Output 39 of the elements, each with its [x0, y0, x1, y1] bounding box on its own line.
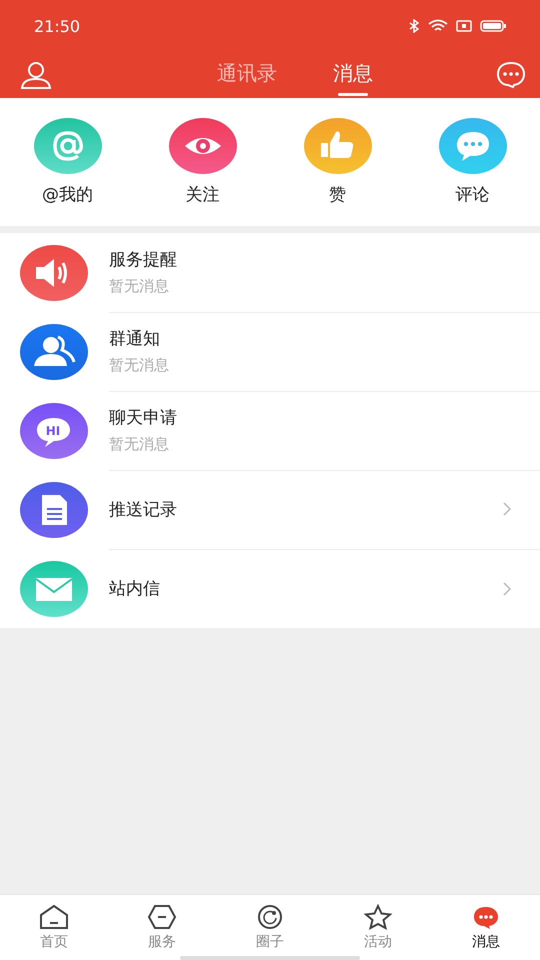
- bottom-nav-tab[interactable]: 首页: [40, 933, 68, 951]
- chevron-right-icon: [502, 501, 512, 517]
- home-icon: [38, 904, 70, 930]
- list-item-title[interactable]: 服务提醒: [109, 248, 177, 271]
- quick-action-label[interactable]: 评论: [456, 183, 490, 206]
- speaker-icon: [20, 244, 88, 300]
- bluetooth-icon: [408, 19, 420, 33]
- document-icon: [20, 482, 88, 538]
- hexagon-icon: [146, 904, 178, 930]
- quick-action-label[interactable]: 赞: [329, 183, 346, 206]
- wifi-icon: [428, 19, 448, 33]
- bottom-nav-tab[interactable]: 活动: [364, 933, 392, 951]
- thumbs-up-icon: [304, 118, 372, 174]
- eye-icon: [168, 118, 236, 174]
- chat-icon[interactable]: [496, 61, 526, 89]
- header-tab[interactable]: 消息: [333, 54, 373, 96]
- list-item-title[interactable]: 推送记录: [109, 498, 177, 520]
- quick-action-label[interactable]: 关注: [186, 183, 220, 206]
- list-item-title[interactable]: 站内信: [109, 577, 160, 600]
- list-item-subtitle: 暂无消息: [109, 356, 169, 375]
- battery-icon: [480, 20, 506, 32]
- chevron-right-icon: [502, 580, 512, 596]
- list-item-subtitle: 暂无消息: [109, 435, 170, 454]
- envelope-icon: [20, 560, 88, 616]
- list-item-title[interactable]: 聊天申请: [109, 406, 177, 429]
- people-icon: [20, 324, 88, 380]
- list-item-title[interactable]: 群通知: [109, 327, 169, 350]
- sim-icon: [456, 20, 472, 32]
- bottom-nav-tab[interactable]: 圈子: [256, 933, 284, 951]
- comment-icon: [438, 118, 506, 174]
- speech-bubble-icon: HI: [20, 402, 88, 458]
- star-icon: [362, 904, 394, 930]
- bottom-nav-tab[interactable]: 服务: [148, 933, 176, 951]
- quick-action-label[interactable]: @我的: [42, 183, 93, 206]
- user-icon[interactable]: [20, 61, 52, 89]
- bottom-nav-tab[interactable]: 消息: [472, 933, 500, 951]
- status-time: 21:50: [34, 16, 80, 36]
- list-item-subtitle: 暂无消息: [109, 277, 170, 296]
- at-sign-icon: [34, 118, 102, 174]
